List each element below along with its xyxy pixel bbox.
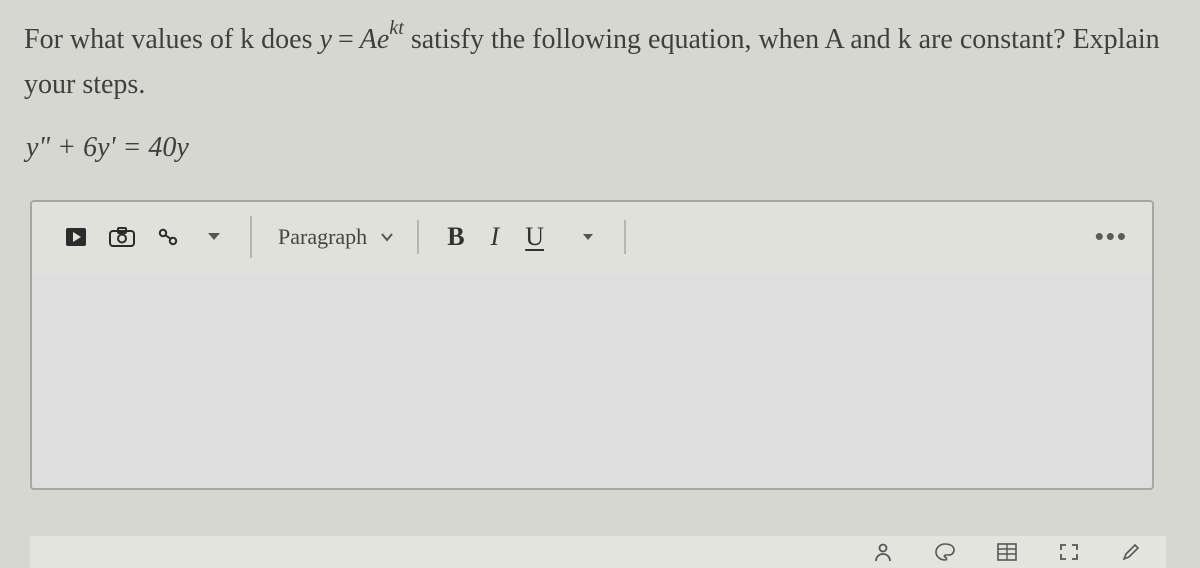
table-icon[interactable] — [994, 541, 1020, 563]
paragraph-label: Paragraph — [278, 224, 367, 250]
expand-icon[interactable] — [1056, 541, 1082, 563]
underline-button[interactable]: U — [525, 222, 544, 252]
text-format-group: B I U — [429, 220, 626, 254]
format-dropdown[interactable] — [570, 220, 606, 254]
media-dropdown[interactable] — [196, 220, 232, 254]
question-prefix: For what values of k does — [24, 24, 320, 55]
user-icon[interactable] — [870, 541, 896, 563]
more-options-button[interactable]: ••• — [1095, 221, 1134, 252]
formula: y=Aekt — [320, 24, 411, 55]
editor-bottom-bar — [30, 536, 1166, 568]
media-tool-group — [54, 216, 252, 258]
formula-y: y — [320, 24, 332, 55]
chevron-down-icon — [379, 229, 395, 245]
formula-A: A — [360, 24, 377, 55]
palette-icon[interactable] — [932, 541, 958, 563]
editor-content-area[interactable] — [32, 274, 1152, 488]
formula-exp: kt — [389, 17, 404, 39]
editor-toolbar: Paragraph B I U ••• — [32, 202, 1152, 274]
formula-eq: = — [332, 24, 360, 55]
pencil-icon[interactable] — [1118, 541, 1144, 563]
italic-button[interactable]: I — [491, 222, 500, 252]
question-text: For what values of k does y=Aekt satisfy… — [24, 18, 1184, 108]
paragraph-style-select[interactable]: Paragraph — [262, 220, 419, 254]
rich-text-editor: Paragraph B I U ••• — [30, 200, 1154, 490]
play-icon[interactable] — [58, 220, 94, 254]
attachment-icon[interactable] — [150, 220, 186, 254]
camera-icon[interactable] — [104, 220, 140, 254]
ode-equation: y" + 6y' = 40y — [26, 132, 1184, 164]
bold-button[interactable]: B — [447, 222, 464, 252]
formula-e: e — [377, 24, 389, 55]
